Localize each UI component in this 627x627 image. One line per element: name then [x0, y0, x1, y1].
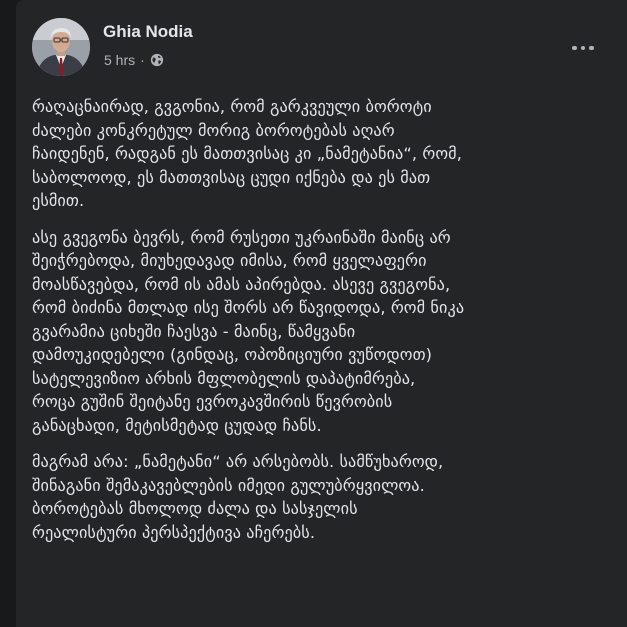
avatar-photo	[32, 18, 90, 76]
post-meta: 5 hrs ·	[104, 52, 164, 68]
meta-separator: ·	[140, 52, 145, 68]
globe-icon[interactable]	[150, 53, 164, 67]
post-header: Ghia Nodia 5 hrs ·	[16, 0, 627, 90]
post-paragraph-3: მაგრამ არა: „ნამეტანი“ არ არსებობს. სამწ…	[32, 452, 444, 542]
post-timestamp[interactable]: 5 hrs	[104, 52, 135, 68]
more-options-icon[interactable]	[561, 32, 605, 64]
post-paragraph-2: ასე გვეგონა ბევრს, რომ რუსეთი უკრაინაში …	[32, 227, 465, 435]
post-card: Ghia Nodia 5 hrs · რაღაცნაირად, გვგონია,…	[16, 0, 627, 627]
post-body: რაღაცნაირად, გვგონია, რომ გარკვეული ბორო…	[32, 95, 622, 557]
post-paragraph-1: რაღაცნაირად, გვგონია, რომ გარკვეული ბორო…	[32, 97, 462, 210]
author-avatar[interactable]	[32, 18, 90, 76]
author-name[interactable]: Ghia Nodia	[103, 22, 193, 42]
